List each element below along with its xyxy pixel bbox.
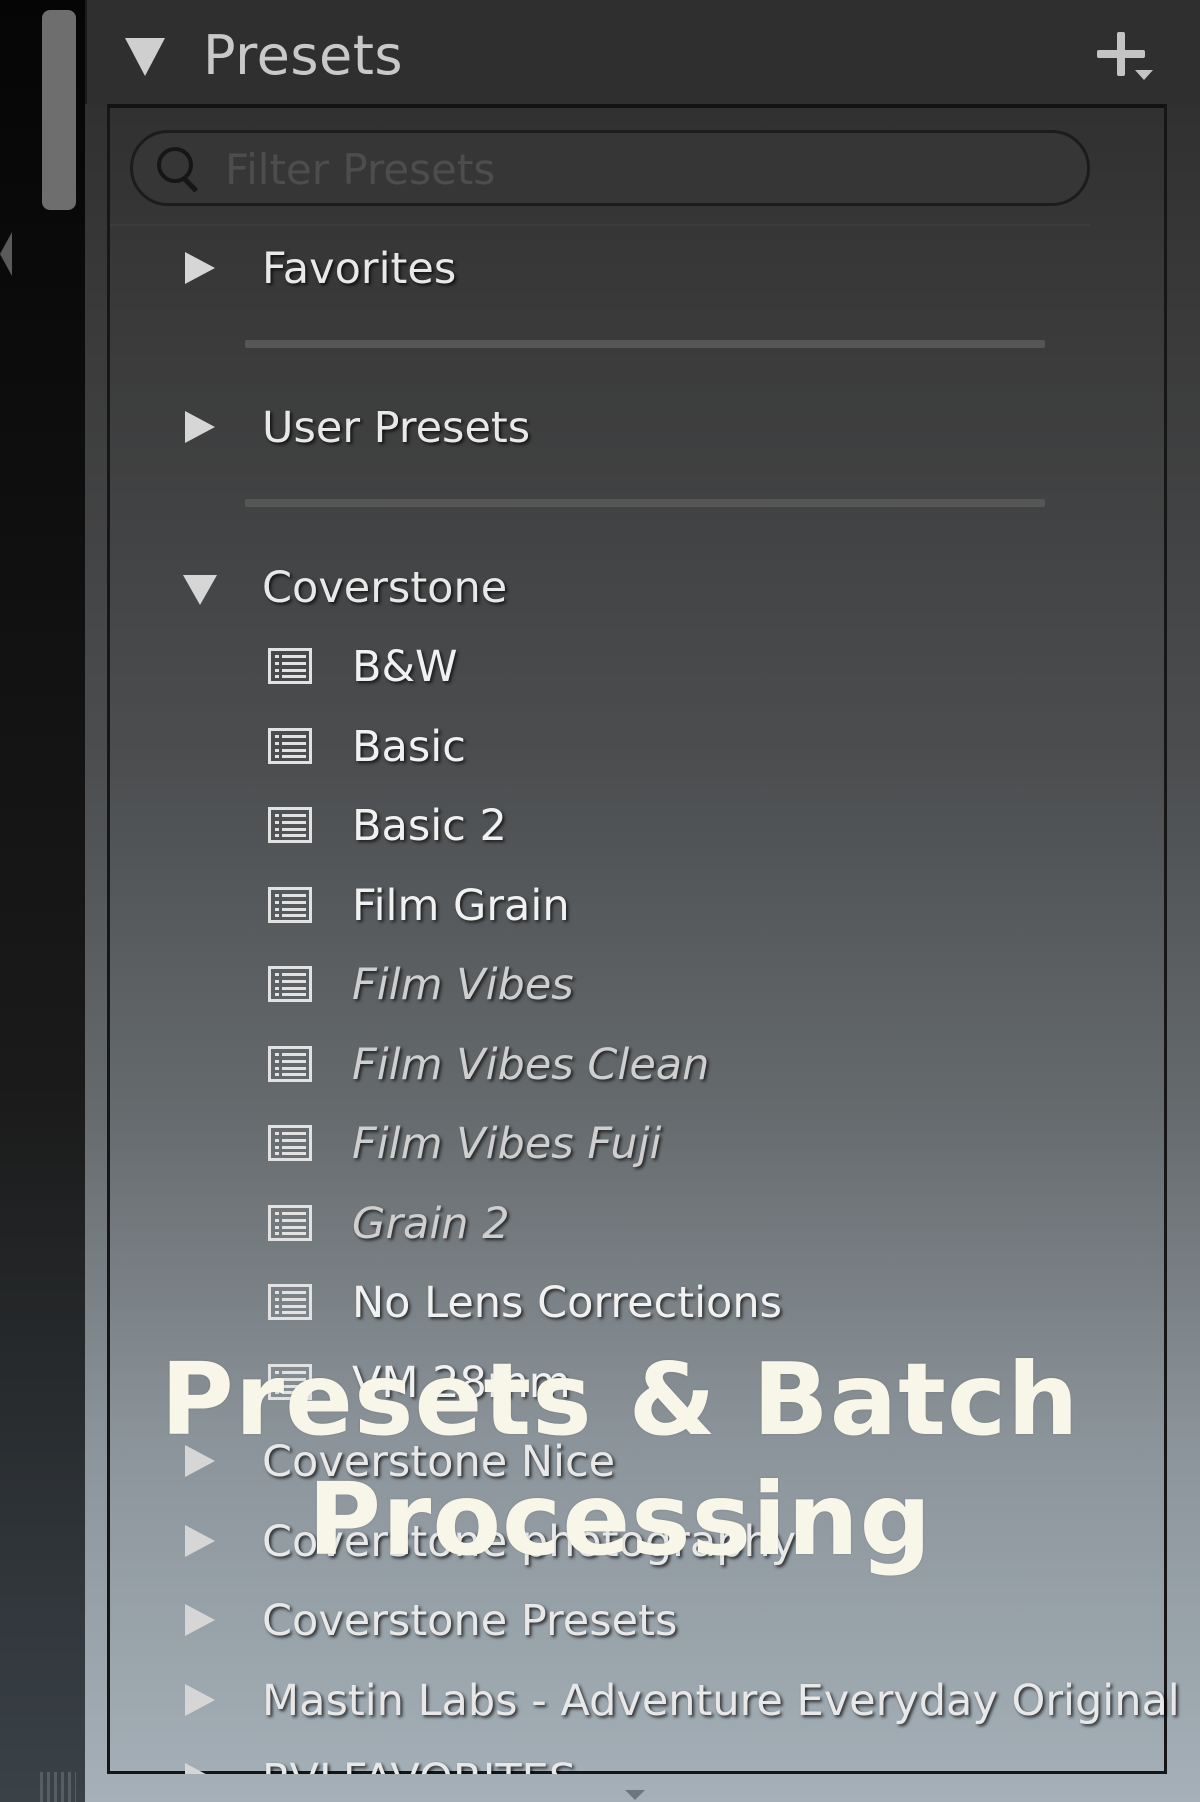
scrollbar-thumb[interactable] <box>42 10 76 210</box>
folder-label: Mastin Labs - Adventure Everyday Origina… <box>262 1676 1180 1726</box>
filter-presets-input[interactable] <box>223 141 1047 197</box>
preset-list-icon <box>268 887 312 923</box>
folder-mastin-labs[interactable]: Mastin Labs - Adventure Everyday Origina… <box>0 1668 1200 1738</box>
overlay-caption-line1: Presets & Batch <box>160 1341 1080 1458</box>
preset-label: Basic 2 <box>352 801 507 851</box>
folder-label: User Presets <box>262 403 531 453</box>
group-divider <box>245 499 1045 507</box>
preset-item[interactable]: Film Vibes Clean <box>0 1032 1200 1102</box>
preset-item[interactable]: Film Vibes <box>0 952 1200 1022</box>
preset-list-icon <box>268 1046 312 1082</box>
folder-rvlfavorites[interactable]: RVLFAVORITES <box>0 1747 1200 1774</box>
folder-label: Coverstone <box>262 563 508 613</box>
preset-label: Grain 2 <box>352 1199 510 1249</box>
preset-label: Basic <box>352 722 466 772</box>
preset-label: Film Vibes Clean <box>352 1040 710 1090</box>
filter-presets-field[interactable] <box>130 130 1090 206</box>
preset-item[interactable]: No Lens Corrections <box>0 1270 1200 1340</box>
preset-label: Film Vibes <box>352 960 574 1010</box>
folder-label: Coverstone Presets <box>262 1596 678 1646</box>
folder-coverstone-presets[interactable]: Coverstone Presets <box>0 1588 1200 1658</box>
overlay-caption-line2: Processing <box>307 1461 933 1578</box>
folder-favorites[interactable]: Favorites <box>0 236 1200 306</box>
preset-list-icon <box>268 1205 312 1241</box>
preset-item[interactable]: Film Vibes Fuji <box>0 1111 1200 1181</box>
preset-item[interactable]: B&W <box>0 634 1200 704</box>
preset-list-icon <box>268 1125 312 1161</box>
collapse-triangle-icon[interactable] <box>125 38 165 76</box>
folder-coverstone[interactable]: Coverstone <box>0 555 1200 625</box>
preset-item[interactable]: Film Grain <box>0 873 1200 943</box>
expand-triangle-icon[interactable] <box>185 1684 215 1716</box>
scroll-down-caret-icon[interactable] <box>625 1790 645 1800</box>
preset-item[interactable]: Basic <box>0 714 1200 784</box>
expand-triangle-icon[interactable] <box>185 1763 215 1774</box>
panel-title: Presets <box>203 24 404 87</box>
overlay-caption: Presets & Batch Processing <box>150 1340 1090 1580</box>
preset-label: B&W <box>352 642 458 692</box>
folder-label: Favorites <box>262 244 457 294</box>
group-divider <box>245 340 1045 348</box>
resize-grip-icon[interactable] <box>40 1772 76 1802</box>
preset-list-icon <box>268 728 312 764</box>
preset-item[interactable]: Basic 2 <box>0 793 1200 863</box>
add-preset-dropdown-caret-icon[interactable] <box>1135 70 1153 80</box>
preset-item[interactable]: Grain 2 <box>0 1191 1200 1261</box>
presets-panel-header[interactable]: Presets <box>85 0 1200 104</box>
preset-label: Film Vibes Fuji <box>352 1119 662 1169</box>
preset-label: Film Grain <box>352 881 570 931</box>
expand-triangle-icon[interactable] <box>185 1604 215 1636</box>
preset-list-icon <box>268 648 312 684</box>
expand-triangle-icon[interactable] <box>185 411 215 443</box>
preset-list-icon <box>268 966 312 1002</box>
preset-list-icon <box>268 807 312 843</box>
folder-label: RVLFAVORITES <box>262 1755 576 1774</box>
folder-user-presets[interactable]: User Presets <box>0 395 1200 465</box>
preset-label: No Lens Corrections <box>352 1278 782 1328</box>
search-divider <box>110 224 1090 226</box>
search-icon <box>157 147 201 193</box>
preset-list-icon <box>268 1284 312 1320</box>
expand-triangle-icon[interactable] <box>185 252 215 284</box>
collapse-triangle-icon[interactable] <box>183 575 217 605</box>
